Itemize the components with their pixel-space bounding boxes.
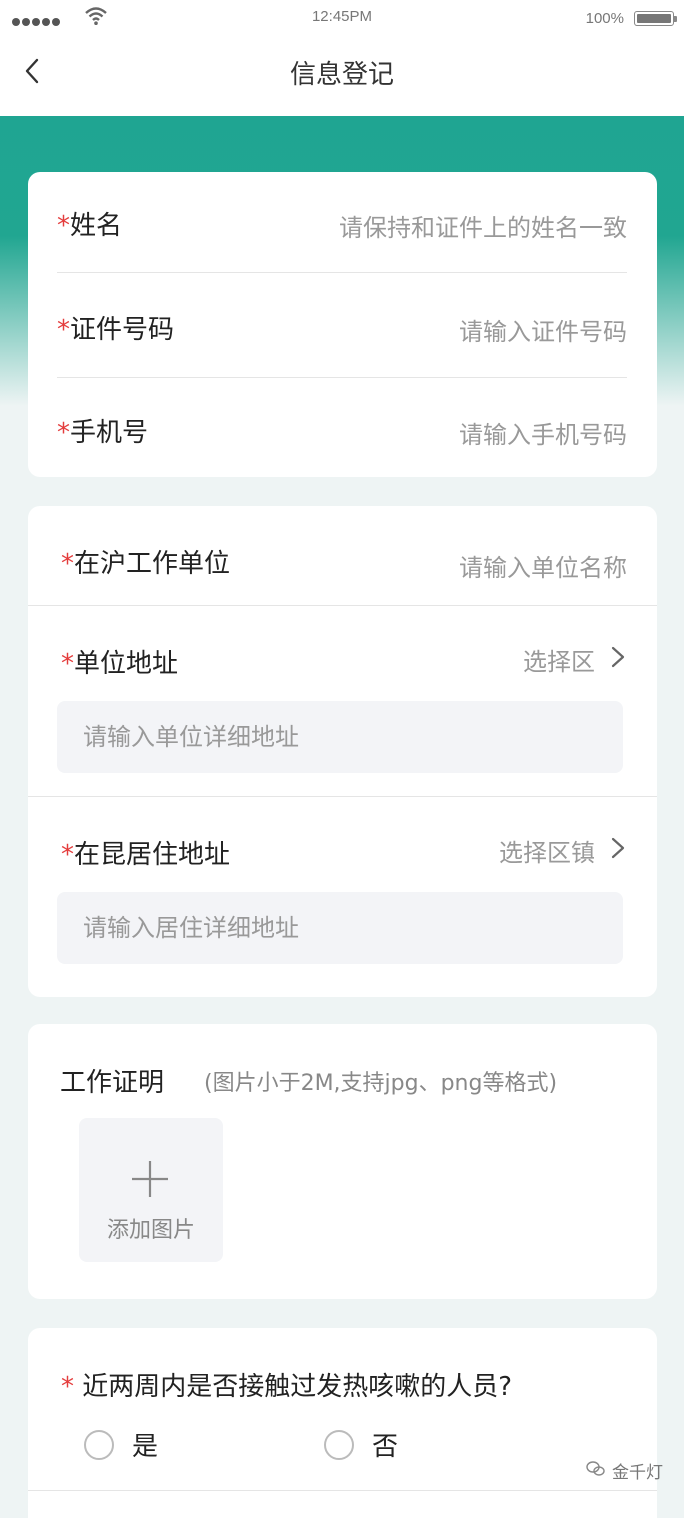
divider xyxy=(28,605,657,606)
employer-field[interactable]: *在沪工作单位 请输入单位名称 xyxy=(28,506,657,605)
employer-label: 在沪工作单位 xyxy=(74,549,231,579)
basic-info-card: *姓名 请保持和证件上的姓名一致 *证件号码 请输入证件号码 *手机号 请输入手… xyxy=(28,172,657,477)
battery-percentage: 100% xyxy=(585,10,624,27)
work-proof-card: 工作证明 (图片小于2M,支持jpg、png等格式) 添加图片 xyxy=(28,1024,657,1299)
work-info-card: *在沪工作单位 请输入单位名称 *单位地址 选择区 请输入单位详细地址 *在昆居… xyxy=(28,506,657,997)
radio-label-no: 否 xyxy=(372,1432,399,1462)
work-proof-hint: (图片小于2M,支持jpg、png等格式) xyxy=(204,1071,558,1096)
residence-district-label: 选择区镇 xyxy=(499,839,595,867)
radio-button[interactable] xyxy=(84,1430,114,1460)
radio-option-no[interactable]: 否 xyxy=(324,1426,444,1466)
phone-field[interactable]: *手机号 请输入手机号码 xyxy=(28,378,657,477)
page-title: 信息登记 xyxy=(289,60,394,90)
required-mark: * xyxy=(61,1372,74,1402)
employer-district-select[interactable]: 选择区 xyxy=(523,642,627,676)
divider xyxy=(28,796,657,797)
add-image-button[interactable]: 添加图片 xyxy=(79,1118,223,1262)
id-number-label: 证件号码 xyxy=(70,315,175,345)
employer-address-detail-input[interactable]: 请输入单位详细地址 xyxy=(57,701,623,773)
required-mark: * xyxy=(61,649,74,679)
id-number-field[interactable]: *证件号码 请输入证件号码 xyxy=(28,273,657,377)
work-proof-label: 工作证明 xyxy=(60,1068,165,1098)
question-card: * 近两周内是否接触过发热咳嗽的人员? 是 否 xyxy=(28,1328,657,1518)
residence-district-select[interactable]: 选择区镇 xyxy=(499,833,627,867)
residence-address-detail-input[interactable]: 请输入居住详细地址 xyxy=(57,892,623,964)
required-mark: * xyxy=(61,549,74,579)
residence-address-label: 在昆居住地址 xyxy=(74,840,231,870)
required-mark: * xyxy=(61,840,74,870)
nav-bar: 信息登记 xyxy=(0,36,684,116)
name-input[interactable]: 请保持和证件上的姓名一致 xyxy=(339,208,627,243)
phone-input[interactable]: 请输入手机号码 xyxy=(459,415,627,450)
radio-label-yes: 是 xyxy=(132,1432,159,1462)
question-text: 近两周内是否接触过发热咳嗽的人员? xyxy=(82,1372,513,1402)
id-number-input[interactable]: 请输入证件号码 xyxy=(459,312,627,347)
chevron-right-icon xyxy=(611,646,625,668)
radio-option-yes[interactable]: 是 xyxy=(84,1426,204,1466)
employer-address-label: 单位地址 xyxy=(74,649,179,679)
plus-icon xyxy=(132,1161,168,1197)
required-mark: * xyxy=(57,418,70,448)
employer-input[interactable]: 请输入单位名称 xyxy=(459,548,627,583)
add-image-label: 添加图片 xyxy=(106,1218,195,1243)
radio-button[interactable] xyxy=(324,1430,354,1460)
watermark-text: 金千灯 xyxy=(612,1463,663,1483)
divider xyxy=(28,1490,657,1491)
status-time: 12:45PM xyxy=(311,8,373,25)
status-bar: 12:45PM 100% xyxy=(0,0,684,36)
name-field[interactable]: *姓名 请保持和证件上的姓名一致 xyxy=(28,172,657,272)
name-label: 姓名 xyxy=(70,211,123,241)
wechat-icon xyxy=(586,1461,605,1476)
required-mark: * xyxy=(57,315,70,345)
phone-label: 手机号 xyxy=(70,418,149,448)
required-mark: * xyxy=(57,211,70,241)
battery-icon xyxy=(634,11,677,26)
chevron-right-icon xyxy=(611,837,625,859)
